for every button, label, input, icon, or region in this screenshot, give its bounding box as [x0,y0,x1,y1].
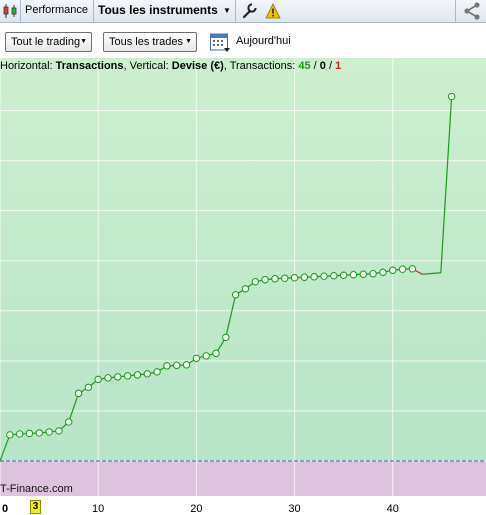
chevron-down-icon: ▼ [185,38,192,45]
warning-icon[interactable] [265,3,281,19]
trade-point [153,368,161,376]
trade-point [202,352,210,360]
trade-point [281,274,289,282]
trade-point [15,430,24,438]
vertical-axis-value: Devise (€) [171,60,224,72]
toolbar-separator [455,0,456,22]
current-trade-marker[interactable]: 3 [30,500,41,514]
trade-point [379,268,387,276]
performance-tab[interactable]: Performance [25,4,88,16]
trade-point [339,271,348,279]
trade-point [133,371,142,379]
trade-point [398,265,407,273]
instruments-dropdown[interactable]: Tous les instruments [98,3,218,17]
trade-point [261,276,269,284]
share-icon[interactable] [462,2,482,20]
toolbar-separator [20,0,21,22]
loss-zone [0,461,486,496]
trade-point [241,285,250,293]
trade-point [114,373,122,381]
trading-period-label: Tout le trading [11,36,81,48]
trade-point [65,418,73,426]
profit-zone [0,58,486,461]
horizontal-axis-value: Transactions [55,60,124,72]
trade-point [447,92,456,101]
trade-point [251,278,259,286]
trade-point [143,370,151,378]
watermark: T-Finance.com [0,483,73,495]
trade-point [192,354,201,363]
trade-point [369,270,377,278]
x-axis-ticks: 0 10 20 30 40 [2,503,399,515]
toolbar: Performance Tous les instruments ▼ [0,0,486,23]
trade-point [310,273,318,281]
x-tick-label: 40 [387,503,399,515]
x-tick-label: 10 [92,503,104,515]
today-label[interactable]: Aujourd'hui [236,35,291,47]
trade-point [84,383,93,392]
losing-trades-count: 1 [335,60,342,72]
count-separator: / [310,60,320,72]
chevron-down-icon[interactable]: ▼ [223,6,231,15]
trade-point [173,361,181,370]
equity-chart: 0 10 20 30 40 [0,58,486,515]
horizontal-prefix: Horizontal: [0,60,56,72]
trade-point [25,429,34,438]
calendar-icon[interactable] [209,31,231,53]
trade-point [231,291,240,299]
trade-point [408,265,417,273]
trade-point [94,375,102,384]
trade-point [389,266,397,274]
trade-point [182,361,191,369]
candlestick-icon [3,4,17,18]
trade-point [74,389,83,398]
x-tick-label: 20 [190,503,202,515]
trading-period-dropdown[interactable]: Tout le trading ▼ [5,32,92,52]
trade-point [6,431,14,439]
chart-info-line: Horizontal: Transactions, Vertical: Devi… [0,60,341,72]
trade-point [163,362,171,370]
trade-type-dropdown[interactable]: Tous les trades ▼ [103,32,197,52]
trade-point [222,333,230,342]
trade-point [212,349,220,358]
x-tick-label: 0 [2,503,8,515]
winning-trades-count: 45 [298,60,311,72]
trade-point [300,273,309,281]
trade-point [104,374,112,382]
toolbar-separator [235,0,236,22]
trade-point [35,429,43,437]
trade-point [123,372,132,380]
chevron-down-icon: ▼ [80,38,87,45]
trade-point [330,272,338,280]
trade-point [45,428,53,436]
trade-type-label: Tous les trades [109,36,183,48]
trade-point [320,272,328,280]
vertical-prefix: , Vertical: [123,60,172,72]
wrench-icon[interactable] [241,3,257,19]
trade-point [359,270,367,278]
toolbar-separator [93,0,94,22]
trade-point [271,275,279,283]
trade-point [349,271,358,279]
trade-point [55,427,63,435]
count-separator: / [325,60,336,72]
trade-point [290,274,299,282]
transactions-prefix: , Transactions: [223,60,299,72]
x-tick-label: 30 [288,503,300,515]
